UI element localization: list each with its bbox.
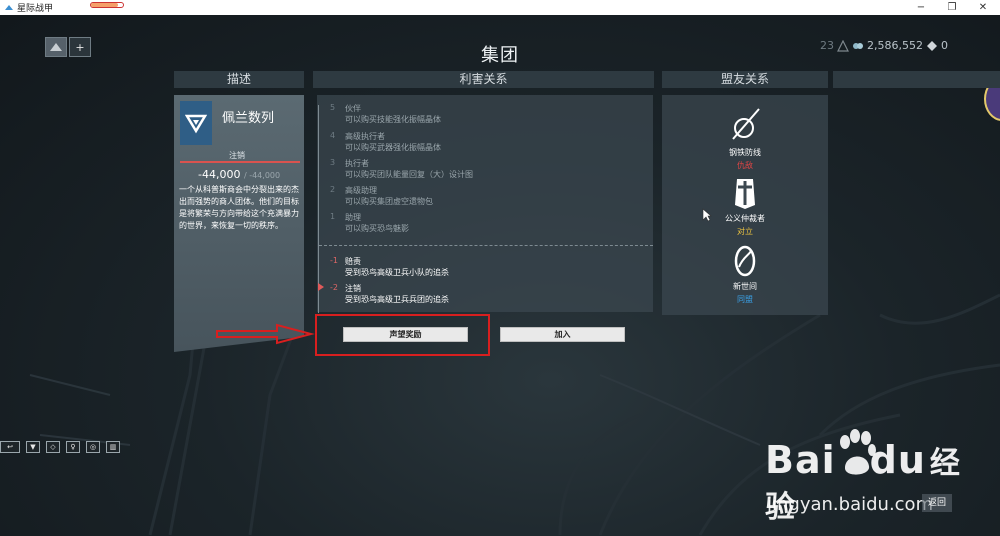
mastery-rank: 23: [820, 39, 835, 52]
game-viewport: + 集团 23 2,586,552 0 描述 利害关系 盟友关系 佩兰数列 注销: [0, 15, 1000, 536]
baidu-jingyan-watermark: Bai du 经验 jingyan.baidu.com: [765, 428, 985, 525]
current-rank-marker-icon: [318, 283, 324, 291]
rank-name: 助理: [345, 213, 361, 222]
rank-description: 受到恐鸟高级卫兵小队的追杀: [345, 268, 449, 277]
currency-display: 23 2,586,552 0: [820, 39, 948, 52]
ally-name: 公义仲裁者: [725, 214, 765, 223]
close-button[interactable]: ✕: [968, 0, 998, 15]
new-loka-icon: [734, 245, 756, 277]
standing-value: -44,000: [198, 168, 241, 181]
bottom-toolbar: ↩ ▼ ◇ ♀ ◎ ▥: [0, 441, 120, 453]
window-title-bar: 星际战甲 − ❐ ✕: [0, 0, 1000, 15]
rank-number: 3: [330, 158, 336, 167]
baidu-paw-icon: [840, 429, 876, 475]
ally-status: 同盟: [737, 295, 753, 304]
watermark-url: jingyan.baidu.com: [767, 494, 934, 515]
target-icon[interactable]: ◎: [86, 441, 100, 453]
ally-status: 对立: [737, 227, 753, 236]
rank-name: 高级助理: [345, 186, 377, 195]
credits-icon: [853, 42, 864, 49]
rank-description: 可以购买团队能量回复（大）设计图: [345, 170, 473, 179]
window-title: 星际战甲: [17, 4, 54, 14]
rank-description: 可以购买武器强化振幅晶体: [345, 143, 441, 152]
faction-description: 一个从科普斯商会中分裂出来的杰出而强势的商人团体。他们的目标是将繁荣与方向带给这…: [179, 185, 299, 230]
rank-name: 伙伴: [345, 104, 361, 113]
app-icon: [5, 4, 13, 10]
rank-number: 4: [330, 131, 336, 140]
rank-description: 可以购买恐鸟魅影: [345, 224, 409, 233]
faction-description-panel: 佩兰数列 注销 -44,000 / -44,000 一个从科普斯商会中分裂出来的…: [174, 95, 304, 352]
mouse-cursor-icon: [702, 208, 712, 222]
annotation-arrow-icon: [216, 323, 315, 345]
standing-display: -44,000 / -44,000: [198, 168, 280, 181]
platinum-value: 0: [941, 39, 948, 52]
ally-status: 仇敌: [737, 161, 753, 170]
minimize-button[interactable]: −: [906, 0, 936, 15]
description-header: 描述: [174, 71, 304, 88]
rank-name: 高级执行者: [345, 132, 385, 141]
watermark-brand-left: Bai: [765, 438, 836, 482]
rank-number: 5: [330, 103, 336, 112]
steel-meridian-icon: [732, 108, 760, 140]
rank-number: -2: [330, 283, 338, 292]
loading-progress: [90, 2, 124, 8]
rank-description: 受到恐鸟高级卫兵兵团的追杀: [345, 295, 449, 304]
perrin-sequence-icon: [185, 114, 207, 134]
gem-icon[interactable]: ◇: [46, 441, 60, 453]
rank-name: 注销: [345, 284, 361, 293]
rank-track-line: [318, 105, 319, 313]
ally-name: 新世间: [733, 282, 757, 291]
extra-header: [833, 71, 1000, 88]
rank-description: 可以购买集团虚空遗物包: [345, 197, 433, 206]
faction-name: 佩兰数列: [222, 111, 275, 126]
mastery-icon: [837, 39, 849, 52]
current-rank: 注销: [229, 151, 245, 160]
rank-name: 执行者: [345, 159, 369, 168]
ally-arbiters-of-hexis[interactable]: 公义仲裁者 对立: [662, 175, 828, 237]
arbiters-of-hexis-icon: [735, 179, 755, 209]
zero-divider: [319, 245, 653, 246]
rank-name: 赔责: [345, 257, 361, 266]
join-button[interactable]: 加入: [500, 327, 625, 342]
maximize-button[interactable]: ❐: [937, 0, 967, 15]
figure-icon[interactable]: ♀: [66, 441, 80, 453]
back-icon[interactable]: ↩: [0, 441, 20, 453]
shield-icon[interactable]: ▼: [26, 441, 40, 453]
loading-progress-fill: [91, 3, 119, 7]
ally-name: 钢铁防线: [729, 148, 761, 157]
watermark-brand-right: du: [869, 438, 926, 482]
relations-header: 利害关系: [313, 71, 654, 88]
menu-icon[interactable]: ▥: [106, 441, 120, 453]
allies-header: 盟友关系: [662, 71, 828, 88]
rank-number: 2: [330, 185, 336, 194]
back-button[interactable]: 返回: [922, 494, 952, 512]
rank-progress-bar: [180, 161, 300, 163]
ally-new-loka[interactable]: 新世间 同盟: [662, 243, 828, 305]
credits-value: 2,586,552: [867, 39, 923, 52]
perrin-sequence-emblem: [180, 101, 212, 145]
platinum-icon: [927, 40, 937, 51]
rank-description: 可以购买技能强化振幅晶体: [345, 115, 441, 124]
standing-max: / -44,000: [243, 171, 281, 180]
rank-number: -1: [330, 256, 338, 265]
annotation-highlight-box: [315, 314, 490, 356]
rank-number: 1: [330, 212, 336, 221]
ally-steel-meridian[interactable]: 钢铁防线 仇敌: [662, 105, 828, 171]
